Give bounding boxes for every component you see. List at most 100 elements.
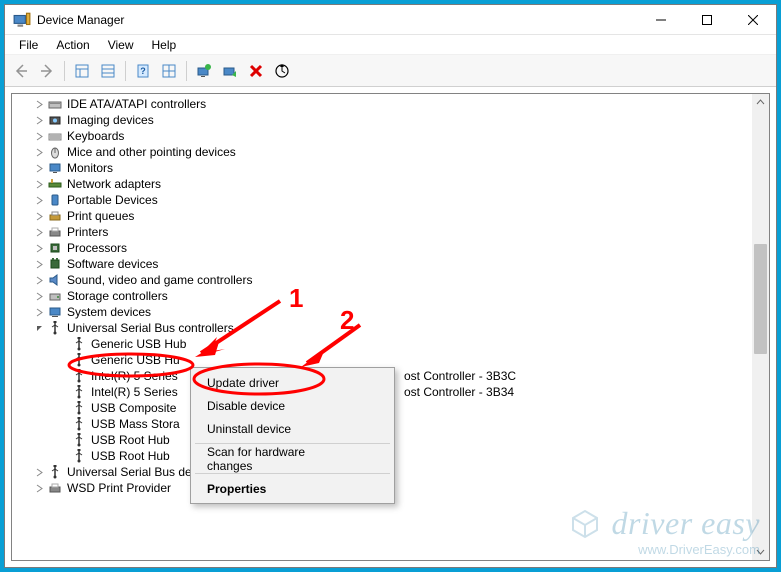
usb-icon xyxy=(70,352,88,368)
chevron-right-icon[interactable] xyxy=(32,148,46,157)
tree-item[interactable]: Imaging devices xyxy=(12,112,752,128)
tree-item-label: USB Composite xyxy=(91,401,176,415)
scrollbar-down-arrow[interactable] xyxy=(752,543,769,560)
scrollbar-thumb[interactable] xyxy=(754,244,767,354)
toolbar-list-icon[interactable] xyxy=(96,59,120,83)
tree-item[interactable]: Sound, video and game controllers xyxy=(12,272,752,288)
cpu-icon xyxy=(46,240,64,256)
tree-item-label-tail: ost Controller - 3B3C xyxy=(404,369,516,383)
chevron-right-icon[interactable] xyxy=(32,292,46,301)
chevron-right-icon[interactable] xyxy=(32,100,46,109)
chevron-right-icon[interactable] xyxy=(32,260,46,269)
printer-icon xyxy=(46,224,64,240)
usb-icon xyxy=(70,400,88,416)
portable-icon xyxy=(46,192,64,208)
titlebar: Device Manager xyxy=(5,5,776,35)
toolbar-grid-icon[interactable] xyxy=(157,59,181,83)
tree-item[interactable]: System devices xyxy=(12,304,752,320)
tree-item-label: Generic USB Hu xyxy=(91,353,180,367)
tree-item-label: USB Root Hub xyxy=(91,449,170,463)
usb-icon xyxy=(70,432,88,448)
chevron-right-icon[interactable] xyxy=(32,484,46,493)
tree-item[interactable]: Software devices xyxy=(12,256,752,272)
usb-icon xyxy=(70,384,88,400)
chevron-right-icon[interactable] xyxy=(32,308,46,317)
menubar: File Action View Help xyxy=(5,35,776,55)
tree-item[interactable]: Keyboards xyxy=(12,128,752,144)
tree-item[interactable]: Network adapters xyxy=(12,176,752,192)
toolbar-back[interactable] xyxy=(9,59,33,83)
context-menu-item[interactable]: Properties xyxy=(193,477,392,500)
usb-icon xyxy=(70,416,88,432)
tree-item[interactable]: Generic USB Hub xyxy=(12,336,752,352)
device-manager-window: Device Manager File Action View Help ? I… xyxy=(4,4,777,568)
chevron-right-icon[interactable] xyxy=(32,180,46,189)
tree-item-label: Mice and other pointing devices xyxy=(67,145,236,159)
chevron-right-icon[interactable] xyxy=(32,132,46,141)
mouse-icon xyxy=(46,144,64,160)
tree-item[interactable]: Generic USB Hu xyxy=(12,352,752,368)
system-icon xyxy=(46,304,64,320)
tree-item-label: Universal Serial Bus controllers xyxy=(67,321,234,335)
toolbar-scan-icon[interactable] xyxy=(270,59,294,83)
toolbar-update-driver-icon[interactable] xyxy=(192,59,216,83)
chevron-right-icon[interactable] xyxy=(32,468,46,477)
toolbar-row-icon[interactable] xyxy=(70,59,94,83)
tree-item-label: System devices xyxy=(67,305,151,319)
menu-help[interactable]: Help xyxy=(144,36,185,54)
tree-item-label: Keyboards xyxy=(67,129,124,143)
toolbar-help-icon[interactable]: ? xyxy=(131,59,155,83)
tree-item-label: Print queues xyxy=(67,209,134,223)
app-icon xyxy=(13,11,31,29)
tree-item[interactable]: Storage controllers xyxy=(12,288,752,304)
menu-view[interactable]: View xyxy=(100,36,142,54)
chevron-right-icon[interactable] xyxy=(32,196,46,205)
tree-item[interactable]: Processors xyxy=(12,240,752,256)
wsd-icon xyxy=(46,480,64,496)
context-menu-item[interactable]: Scan for hardware changes xyxy=(193,447,392,470)
context-menu-item[interactable]: Uninstall device xyxy=(193,417,392,440)
usb-icon xyxy=(46,320,64,336)
close-button[interactable] xyxy=(730,5,776,35)
context-menu-item[interactable]: Disable device xyxy=(193,394,392,417)
tree-item[interactable]: Mice and other pointing devices xyxy=(12,144,752,160)
tree-item-label: WSD Print Provider xyxy=(67,481,171,495)
context-menu-item[interactable]: Update driver xyxy=(193,371,392,394)
tree-item-label: Generic USB Hub xyxy=(91,337,186,351)
tree-item[interactable]: Print queues xyxy=(12,208,752,224)
toolbar-forward[interactable] xyxy=(35,59,59,83)
usb-icon xyxy=(70,368,88,384)
chevron-right-icon[interactable] xyxy=(32,276,46,285)
scrollbar-vertical[interactable] xyxy=(752,94,769,560)
tree-item-label: USB Mass Stora xyxy=(91,417,180,431)
chevron-right-icon[interactable] xyxy=(32,244,46,253)
chevron-right-icon[interactable] xyxy=(32,116,46,125)
tree-item[interactable]: Portable Devices xyxy=(12,192,752,208)
chevron-right-icon[interactable] xyxy=(32,228,46,237)
tree-item[interactable]: Monitors xyxy=(12,160,752,176)
tree-item-label: Software devices xyxy=(67,257,158,271)
tree-item-label: Portable Devices xyxy=(67,193,158,207)
chevron-right-icon[interactable] xyxy=(32,212,46,221)
net-icon xyxy=(46,176,64,192)
minimize-button[interactable] xyxy=(638,5,684,35)
ide-icon xyxy=(46,96,64,112)
tree-item[interactable]: IDE ATA/ATAPI controllers xyxy=(12,96,752,112)
sound-icon xyxy=(46,272,64,288)
toolbar-disable-device-icon[interactable] xyxy=(218,59,242,83)
maximize-button[interactable] xyxy=(684,5,730,35)
toolbar-uninstall-icon[interactable] xyxy=(244,59,268,83)
usb-icon xyxy=(70,448,88,464)
svg-text:?: ? xyxy=(140,66,146,76)
tree-item[interactable]: Universal Serial Bus controllers xyxy=(12,320,752,336)
chevron-right-icon[interactable] xyxy=(32,164,46,173)
tree-item[interactable]: Printers xyxy=(12,224,752,240)
tree-item-label: IDE ATA/ATAPI controllers xyxy=(67,97,206,111)
context-menu-separator xyxy=(195,473,390,474)
menu-file[interactable]: File xyxy=(11,36,46,54)
chevron-down-icon[interactable] xyxy=(32,324,46,333)
menu-action[interactable]: Action xyxy=(48,36,97,54)
printq-icon xyxy=(46,208,64,224)
scrollbar-up-arrow[interactable] xyxy=(752,94,769,111)
keyboard-icon xyxy=(46,128,64,144)
